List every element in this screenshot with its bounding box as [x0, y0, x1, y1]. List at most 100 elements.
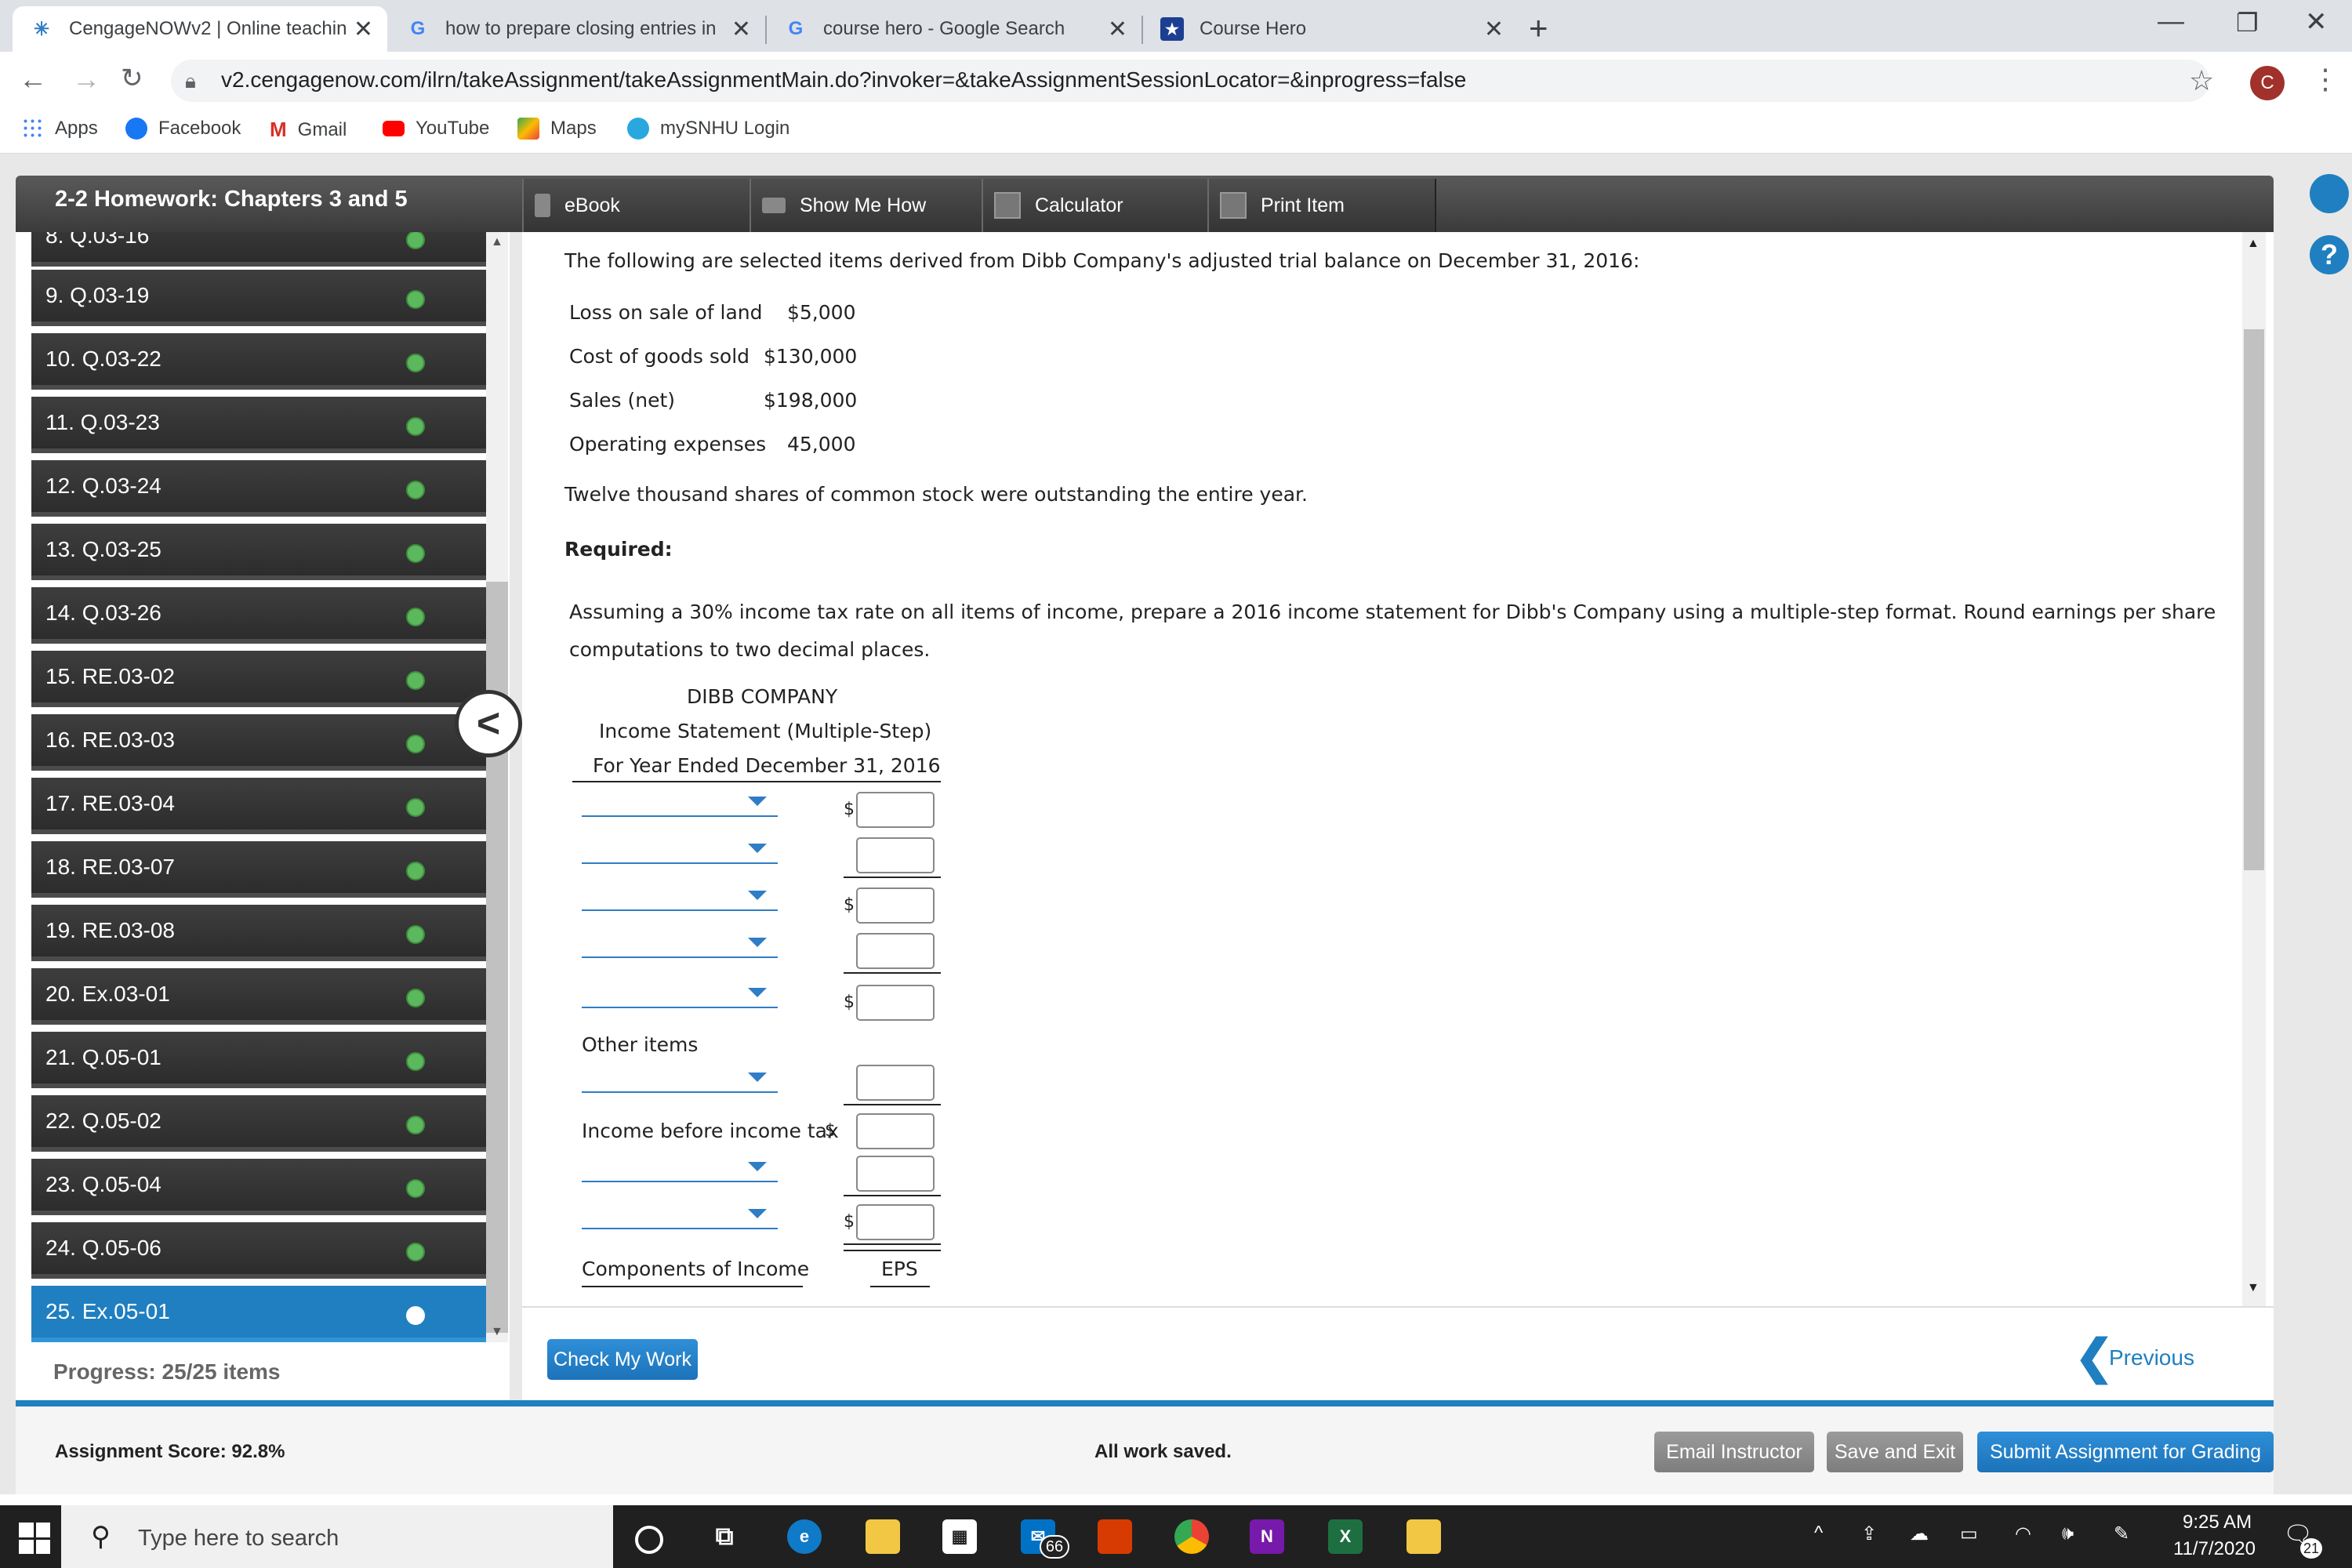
pen-icon[interactable]: ✎	[2114, 1523, 2129, 1545]
question-item[interactable]: 13. Q.03-25	[31, 524, 499, 580]
tray-upload-icon[interactable]: ⇪	[1861, 1523, 1877, 1545]
volume-icon[interactable]: 🕪︎	[2062, 1523, 2074, 1544]
tab-calculator[interactable]: Calculator	[982, 179, 1210, 232]
onedrive-icon[interactable]: ☁	[1910, 1523, 1929, 1545]
window-close-icon[interactable]: ✕	[2305, 6, 2328, 38]
bookmark-gmail[interactable]: M Gmail	[270, 118, 347, 142]
url-text[interactable]: v2.cengagenow.com/ilrn/takeAssignment/ta…	[221, 67, 1466, 93]
account-dropdown[interactable]	[582, 792, 778, 817]
bookmark-star-icon[interactable]: ☆	[2189, 64, 2214, 97]
question-item[interactable]: 8. Q.03-16	[31, 232, 499, 267]
clock-time[interactable]: 9:25 AM	[2183, 1512, 2252, 1534]
task-view-icon[interactable]: ⧉	[707, 1519, 742, 1554]
bookmark-maps[interactable]: Maps	[517, 118, 597, 140]
account-dropdown[interactable]	[582, 839, 778, 864]
new-tab-icon[interactable]: +	[1529, 9, 1548, 47]
onenote-icon[interactable]: N	[1250, 1519, 1284, 1554]
scroll-down-icon[interactable]: ▼	[2247, 1281, 2259, 1295]
clock-date[interactable]: 11/7/2020	[2173, 1538, 2256, 1560]
scroll-up-icon[interactable]: ▲	[2247, 237, 2259, 251]
question-item-current[interactable]: 25. Ex.05-01	[31, 1286, 499, 1342]
bookmark-mysnhu[interactable]: mySNHU Login	[627, 118, 789, 140]
chevron-left-icon[interactable]: ❮	[2074, 1330, 2114, 1385]
office-icon[interactable]	[1098, 1519, 1132, 1554]
question-item[interactable]: 11. Q.03-23	[31, 397, 499, 453]
menu-icon[interactable]: ⋮	[2311, 63, 2339, 96]
close-icon[interactable]: ✕	[1108, 16, 1127, 43]
tab-google-search[interactable]: G course hero - Google Search ✕	[767, 6, 1142, 52]
question-item[interactable]: 23. Q.05-04	[31, 1159, 499, 1215]
tab-print-item[interactable]: Print Item	[1207, 179, 1436, 232]
account-dropdown[interactable]	[582, 886, 778, 911]
amount-input[interactable]	[856, 1156, 935, 1192]
cortana-icon[interactable]	[635, 1526, 663, 1554]
lock-icon[interactable]: 🔒︎	[185, 69, 196, 94]
question-item[interactable]: 15. RE.03-02	[31, 651, 499, 707]
edge-icon[interactable]: e	[787, 1519, 822, 1554]
close-icon[interactable]: ✕	[1484, 16, 1504, 43]
amount-input[interactable]	[856, 837, 935, 873]
account-dropdown[interactable]	[582, 983, 778, 1008]
restore-icon[interactable]: ❐	[2236, 8, 2259, 38]
profile-avatar[interactable]: C	[2250, 66, 2285, 100]
amount-input[interactable]	[856, 985, 935, 1021]
tab-closing-entries[interactable]: G how to prepare closing entries in ✕	[389, 6, 765, 52]
question-item[interactable]: 24. Q.05-06	[31, 1222, 499, 1279]
question-item[interactable]: 21. Q.05-01	[31, 1032, 499, 1088]
chevron-up-icon[interactable]: ^	[1814, 1523, 1823, 1544]
help-icon[interactable]: ?	[2310, 235, 2349, 274]
submit-assignment-button[interactable]: Submit Assignment for Grading	[1977, 1432, 2274, 1472]
amount-input[interactable]	[856, 1113, 935, 1149]
file-explorer-icon[interactable]	[866, 1519, 900, 1554]
chat-icon[interactable]	[2310, 174, 2349, 213]
question-item[interactable]: 19. RE.03-08	[31, 905, 499, 961]
bookmark-youtube[interactable]: YouTube	[383, 118, 489, 140]
content-scroll-thumb[interactable]	[2244, 329, 2264, 870]
tab-cengage[interactable]: ✳ CengageNOWv2 | Online teachin ✕	[13, 6, 387, 52]
tab-ebook[interactable]: eBook	[522, 179, 753, 232]
amount-input[interactable]	[856, 887, 935, 924]
account-dropdown[interactable]	[582, 1157, 778, 1182]
collapse-sidebar-button[interactable]: <	[455, 690, 522, 757]
tab-course-hero[interactable]: ★ Course Hero ✕	[1143, 6, 1518, 52]
bookmark-facebook[interactable]: Facebook	[125, 118, 241, 140]
battery-icon[interactable]: ▭	[1960, 1523, 1978, 1545]
question-item[interactable]: 18. RE.03-07	[31, 841, 499, 898]
minimize-icon[interactable]: —	[2158, 6, 2184, 37]
question-item[interactable]: 17. RE.03-04	[31, 778, 499, 834]
question-item[interactable]: 20. Ex.03-01	[31, 968, 499, 1025]
amount-input[interactable]	[856, 933, 935, 969]
bookmark-apps[interactable]: Apps	[22, 118, 98, 140]
back-icon[interactable]: ←	[19, 63, 47, 96]
account-dropdown[interactable]	[582, 1204, 778, 1229]
wifi-icon[interactable]: ◠	[2015, 1523, 2031, 1545]
question-item[interactable]: 10. Q.03-22	[31, 333, 499, 390]
close-icon[interactable]: ✕	[354, 16, 373, 43]
check-my-work-button[interactable]: Check My Work	[547, 1339, 698, 1380]
windows-start-icon[interactable]	[19, 1523, 50, 1554]
question-item[interactable]: 14. Q.03-26	[31, 587, 499, 644]
reload-icon[interactable]: ↻	[121, 63, 143, 94]
email-instructor-button[interactable]: Email Instructor	[1654, 1432, 1814, 1472]
amount-input[interactable]	[856, 1204, 935, 1240]
save-exit-button[interactable]: Save and Exit	[1827, 1432, 1963, 1472]
question-item[interactable]: 9. Q.03-19	[31, 270, 499, 326]
search-placeholder[interactable]: Type here to search	[138, 1526, 339, 1552]
chrome-icon[interactable]	[1174, 1519, 1209, 1554]
amount-input[interactable]	[856, 792, 935, 828]
question-item[interactable]: 12. Q.03-24	[31, 460, 499, 517]
file-icon[interactable]	[1406, 1519, 1441, 1554]
question-item[interactable]: 22. Q.05-02	[31, 1095, 499, 1152]
account-dropdown[interactable]	[582, 933, 778, 958]
previous-link[interactable]: Previous	[2109, 1345, 2194, 1370]
question-item[interactable]: 16. RE.03-03	[31, 714, 499, 771]
close-icon[interactable]: ✕	[731, 16, 751, 43]
store-icon[interactable]: ▦	[942, 1519, 977, 1554]
tab-show-me-how[interactable]: Show Me How	[750, 179, 985, 232]
account-dropdown[interactable]	[582, 1068, 778, 1093]
amount-input[interactable]	[856, 1065, 935, 1101]
excel-icon[interactable]: X	[1328, 1519, 1363, 1554]
scroll-down-icon[interactable]: ▼	[491, 1325, 503, 1339]
scroll-up-icon[interactable]: ▲	[491, 235, 503, 249]
forward-icon[interactable]: →	[72, 63, 100, 96]
